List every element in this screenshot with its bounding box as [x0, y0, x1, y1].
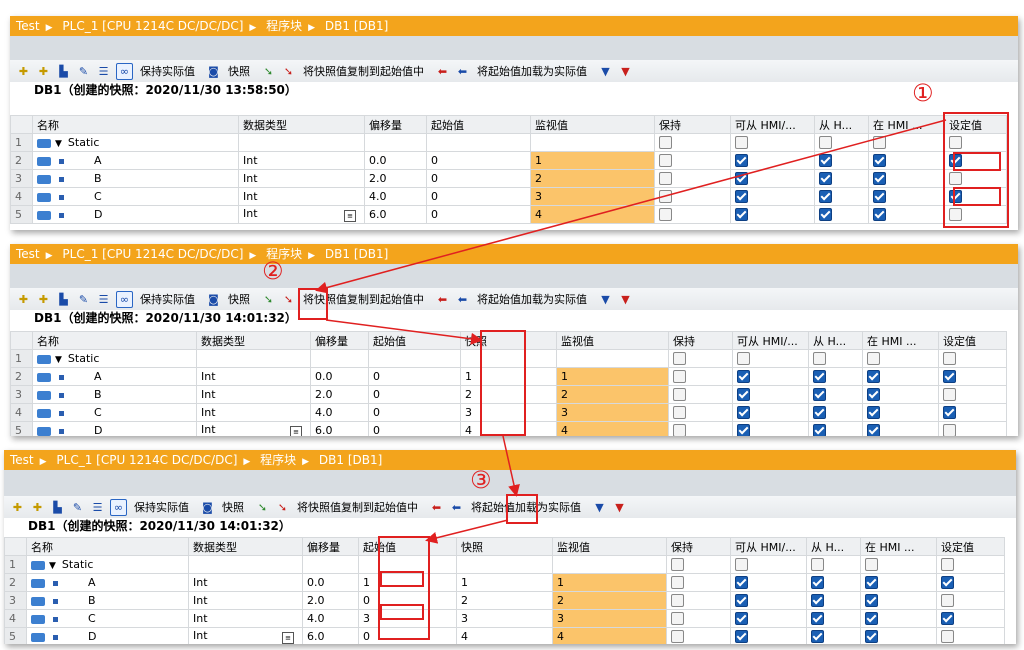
- arrow-step3-to-start: [425, 519, 509, 544]
- arrow-step1-to-step2: [315, 119, 947, 294]
- annotation-arrows: [315, 119, 947, 544]
- arrow-step2-to-snapshot: [325, 319, 483, 345]
- arrow-snapshot-to-step3: [502, 435, 520, 497]
